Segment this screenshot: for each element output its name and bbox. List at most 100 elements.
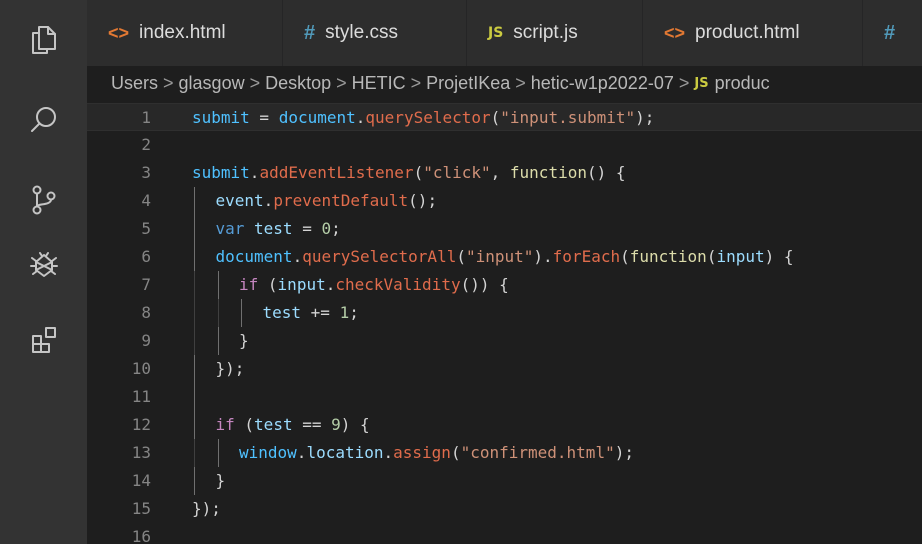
indent-guide — [217, 271, 219, 299]
extensions-icon[interactable] — [0, 310, 87, 370]
code-text: document.querySelectorAll("input").forEa… — [216, 243, 794, 271]
search-icon[interactable] — [0, 90, 87, 150]
code-line[interactable]: 11 — [87, 383, 922, 411]
code-token: } — [215, 471, 226, 490]
indent-guide — [194, 243, 195, 271]
code-line[interactable]: 14} — [87, 467, 922, 495]
breadcrumb-item[interactable]: Desktop — [265, 73, 331, 94]
code-token: ( — [450, 443, 461, 462]
code-token: ); — [635, 108, 655, 127]
chevron-right-icon: > — [678, 72, 690, 93]
code-token: } — [239, 331, 249, 350]
code-token: += — [301, 303, 340, 322]
indent-guide — [194, 411, 195, 439]
code-token: (); — [408, 191, 438, 210]
code-token: . — [355, 108, 366, 127]
code-token: forEach — [552, 247, 621, 266]
code-line[interactable]: 4 event.preventDefault(); — [87, 187, 922, 215]
code-token: checkValidity — [335, 275, 461, 294]
code-line[interactable]: 2 — [87, 131, 922, 159]
code-token: querySelectorAll — [302, 247, 457, 266]
code-line[interactable]: 13 window.location.assign("confirmed.html… — [87, 439, 922, 467]
code-token: test — [254, 415, 293, 434]
code-token: input — [716, 247, 765, 266]
code-line[interactable]: 5 var test = 0; — [87, 215, 922, 243]
code-token: . — [263, 191, 274, 210]
source-control-icon[interactable] — [0, 170, 87, 230]
breadcrumb-item[interactable]: glasgow — [179, 73, 245, 94]
indent-guide — [194, 187, 195, 215]
breadcrumb-item[interactable]: hetic-w1p2022-07 — [531, 73, 674, 94]
tab-product-html[interactable]: <> product.html — [643, 0, 863, 66]
code-line[interactable]: 6 document.querySelectorAll("input").forE… — [87, 243, 922, 271]
breadcrumb-item[interactable]: HETIC — [352, 73, 406, 94]
code-token: assign — [393, 443, 451, 462]
code-token: test — [254, 219, 293, 238]
code-text: submit.addEventListener("click", functio… — [192, 159, 626, 187]
line-number: 10 — [131, 359, 151, 378]
code-line[interactable]: 15}); — [87, 495, 922, 523]
code-token: }); — [192, 499, 221, 518]
code-token: if — [239, 275, 268, 294]
code-token: var — [215, 219, 255, 238]
code-line[interactable]: 1 submit = document.querySelector("input.… — [87, 103, 922, 131]
code-token: "input.submit" — [500, 108, 636, 127]
code-token: function — [509, 163, 587, 182]
code-token: addEventListener — [259, 163, 414, 182]
code-token: . — [383, 443, 394, 462]
css-file-icon: # — [304, 21, 316, 44]
files-icon[interactable] — [0, 10, 87, 70]
code-token: 0 — [321, 219, 332, 238]
code-token: "confirmed.html" — [460, 443, 615, 462]
tab-index-html[interactable]: <> index.html — [87, 0, 283, 66]
code-token: }); — [215, 359, 245, 378]
code-line[interactable]: 7 if (input.checkValidity()) { — [87, 271, 922, 299]
indent-guide — [194, 299, 195, 327]
tab-label: product.html — [695, 22, 800, 43]
code-token: input — [277, 275, 326, 294]
breadcrumb-item[interactable]: Users — [111, 73, 158, 94]
indent-guide — [194, 439, 195, 467]
code-line[interactable]: 9} — [87, 327, 922, 355]
code-line[interactable]: 8 test += 1; — [87, 299, 922, 327]
code-text: if (test == 9) { — [216, 411, 370, 439]
tab-script-js[interactable]: JS script.js — [467, 0, 643, 66]
code-line[interactable]: 12 if (test == 9) { — [87, 411, 922, 439]
indent-guide — [217, 299, 219, 327]
indent-guide — [194, 467, 195, 495]
line-number: 3 — [141, 163, 151, 182]
breadcrumb-item[interactable]: ProjetIKea — [426, 73, 510, 94]
chevron-right-icon: > — [336, 72, 347, 93]
code-line[interactable]: 10}); — [87, 355, 922, 383]
code-token: ); — [614, 443, 634, 462]
code-token: = — [292, 219, 322, 238]
code-text: } — [216, 467, 226, 495]
code-token: if — [215, 415, 245, 434]
line-number: 1 — [141, 108, 151, 127]
code-token: ( — [490, 108, 501, 127]
editor-tab-bar: <> index.html # style.css JS script.js <… — [87, 0, 922, 66]
code-token: . — [249, 163, 260, 182]
indent-guide — [194, 327, 195, 355]
indent-guide — [194, 271, 195, 299]
code-token: ( — [244, 415, 255, 434]
code-token: event — [215, 191, 264, 210]
code-token: submit — [192, 163, 250, 182]
tab-style-css[interactable]: # style.css — [283, 0, 467, 66]
debug-icon[interactable] — [0, 234, 87, 294]
tab-css-partial[interactable]: # — [863, 0, 922, 66]
indent-guide — [194, 383, 195, 411]
code-token: document — [278, 108, 356, 127]
code-token: ( — [456, 247, 466, 266]
code-token: preventDefault — [273, 191, 409, 210]
code-editor[interactable]: 1 submit = document.querySelector("input.… — [87, 100, 922, 544]
code-line[interactable]: 16 — [87, 523, 922, 544]
code-token: 1 — [339, 303, 350, 322]
code-line[interactable]: 3 submit.addEventListener("click", functi… — [87, 159, 922, 187]
code-token: ( — [267, 275, 278, 294]
code-token: . — [325, 275, 336, 294]
css-file-icon: # — [884, 21, 896, 44]
activity-bar — [0, 0, 87, 544]
breadcrumb-file[interactable]: produc — [715, 73, 770, 94]
code-token: "click" — [423, 163, 491, 182]
